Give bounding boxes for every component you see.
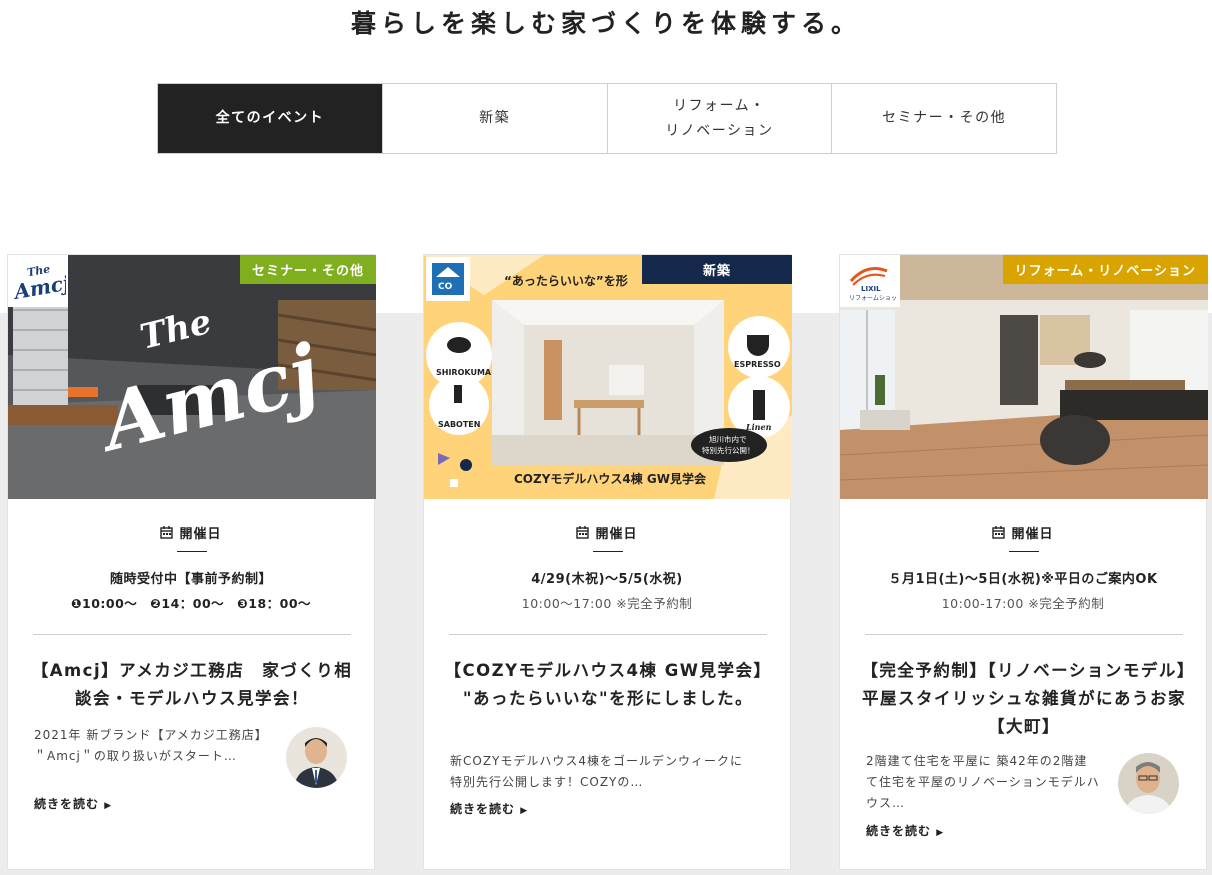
icon-label-shirokuma: SHIROKUMA (436, 368, 492, 377)
event-description: 新COZYモデルハウス4棟をゴールデンウィークに特別先行公開します！COZYの… (450, 754, 744, 789)
date-heading: 開催日 (840, 523, 1206, 542)
read-more-link[interactable]: 続きを読む ▶ (34, 795, 112, 812)
cozy-logo: CO (426, 257, 470, 301)
page-title: 暮らしを楽しむ家づくりを体験する。 (350, 9, 861, 38)
divider (449, 634, 767, 635)
category-badge: セミナー・その他 (239, 255, 376, 284)
category-badge: リフォーム・リノベーション (1002, 255, 1208, 284)
cozy-logo-mark: CO (432, 263, 464, 295)
date-heading: 開催日 (8, 523, 374, 542)
tab-seminar-other[interactable]: セミナー・その他 (831, 84, 1056, 153)
event-thumbnail-cozy[interactable]: SHIROKUMA SABOTEN ESPRESSO Linen “あったらいい… (424, 255, 792, 499)
amcj-logo-mark: The Amcj (10, 262, 66, 303)
read-more-label: 続きを読む (450, 802, 516, 816)
event-date: 4/29(木祝)～5/5(水祝) (531, 572, 683, 587)
caret-right-icon: ▶ (936, 828, 945, 838)
event-title[interactable]: 【完全予約制】【リノベーションモデル】平屋スタイリッシュな雑貨がにあうお家【大町… (860, 657, 1188, 741)
svg-text:旭川市内で: 旭川市内で (709, 434, 747, 444)
event-card-cozy[interactable]: SHIROKUMA SABOTEN ESPRESSO Linen “あったらいい… (423, 254, 792, 870)
date-heading: 開催日 (424, 523, 790, 542)
event-card-lixil[interactable]: LIXIL リフォームショップ リフォーム・リノベーション 開催日 ５月1日(土… (839, 254, 1208, 870)
event-date: 随時受付中【事前予約制】 (109, 572, 272, 587)
date-underline (593, 551, 623, 552)
date-heading-label: 開催日 (595, 527, 638, 542)
staff-photo (286, 727, 347, 788)
calendar-icon (576, 526, 590, 539)
lixil-logo: LIXIL リフォームショップ (840, 255, 900, 307)
event-title[interactable]: 【Amcj】アメカジ工務店 家づくり相談会・モデルハウス見学会！ (28, 657, 356, 713)
date-underline (177, 551, 207, 552)
divider (865, 634, 1183, 635)
cozy-banner-image: SHIROKUMA SABOTEN ESPRESSO Linen “あったらいい… (424, 255, 792, 499)
avatar (286, 727, 347, 788)
banner-top-text: “あったらいいな”を形 (504, 274, 628, 288)
svg-text:リフォームショップ: リフォームショップ (849, 295, 897, 302)
event-card-amcj[interactable]: The Amcj The Amcj セミナー・その他 開催日 随時受付中【事前予… (7, 254, 376, 870)
calendar-icon (160, 526, 174, 539)
event-time: ❶10:00～ ❷14：00～ ❸18：00～ (70, 596, 312, 611)
tab-all-events[interactable]: 全てのイベント (158, 84, 382, 153)
icon-label-espresso: ESPRESSO (734, 360, 781, 369)
icon-label-linen: Linen (745, 422, 772, 432)
event-thumbnail-amcj[interactable]: The Amcj The Amcj セミナー・その他 (8, 255, 376, 499)
event-thumbnail-lixil[interactable]: LIXIL リフォームショップ リフォーム・リノベーション (840, 255, 1208, 499)
svg-text:特別先行公開！: 特別先行公開！ (702, 445, 755, 455)
divider (33, 634, 351, 635)
read-more-label: 続きを読む (34, 797, 100, 811)
date-heading-label: 開催日 (179, 527, 222, 542)
read-more-link[interactable]: 続きを読む ▶ (866, 822, 944, 839)
tab-reform-renovation[interactable]: リフォーム・ リノベーション (606, 84, 832, 153)
event-description: 2階建て住宅を平屋に 築42年の2階建て住宅を平屋のリノベーションモデルハウス… (866, 754, 1100, 810)
event-time: 10:00-17:00 ※完全予約制 (941, 596, 1105, 611)
banner-bottom-text: COZYモデルハウス4棟 GW見学会 (514, 471, 707, 486)
amcj-logo: The Amcj (8, 255, 68, 307)
event-title[interactable]: 【COZYモデルハウス4棟 GW見学会】 "あったらいいな"を形にしました。 (444, 657, 772, 713)
staff-photo (1118, 753, 1179, 814)
lixil-logo-mark: LIXIL リフォームショップ (849, 267, 897, 302)
svg-text:Amcj: Amcj (10, 270, 66, 303)
calendar-icon (992, 526, 1006, 539)
event-time: 10:00～17:00 ※完全予約制 (521, 596, 693, 611)
date-heading-label: 開催日 (1011, 527, 1054, 542)
read-more-label: 続きを読む (866, 824, 932, 838)
icon-label-saboten: SABOTEN (438, 420, 480, 429)
read-more-link[interactable]: 続きを読む ▶ (450, 800, 528, 817)
avatar (1118, 753, 1179, 814)
event-filter-tabs: 全てのイベント 新築 リフォーム・ リノベーション セミナー・その他 (157, 83, 1057, 154)
svg-text:CO: CO (438, 282, 453, 292)
caret-right-icon: ▶ (520, 806, 529, 816)
tab-new-build[interactable]: 新築 (381, 84, 607, 153)
date-underline (1009, 551, 1039, 552)
caret-right-icon: ▶ (104, 801, 113, 811)
svg-text:LIXIL: LIXIL (861, 285, 881, 293)
event-description: 2021年 新ブランド【アメカジ工務店】 ＂Amcj＂の取り扱いがスタート… (34, 728, 275, 763)
category-badge: 新築 (642, 255, 792, 284)
event-date: ５月1日(土)～5日(水祝)※平日のご案内OK (888, 572, 1158, 587)
